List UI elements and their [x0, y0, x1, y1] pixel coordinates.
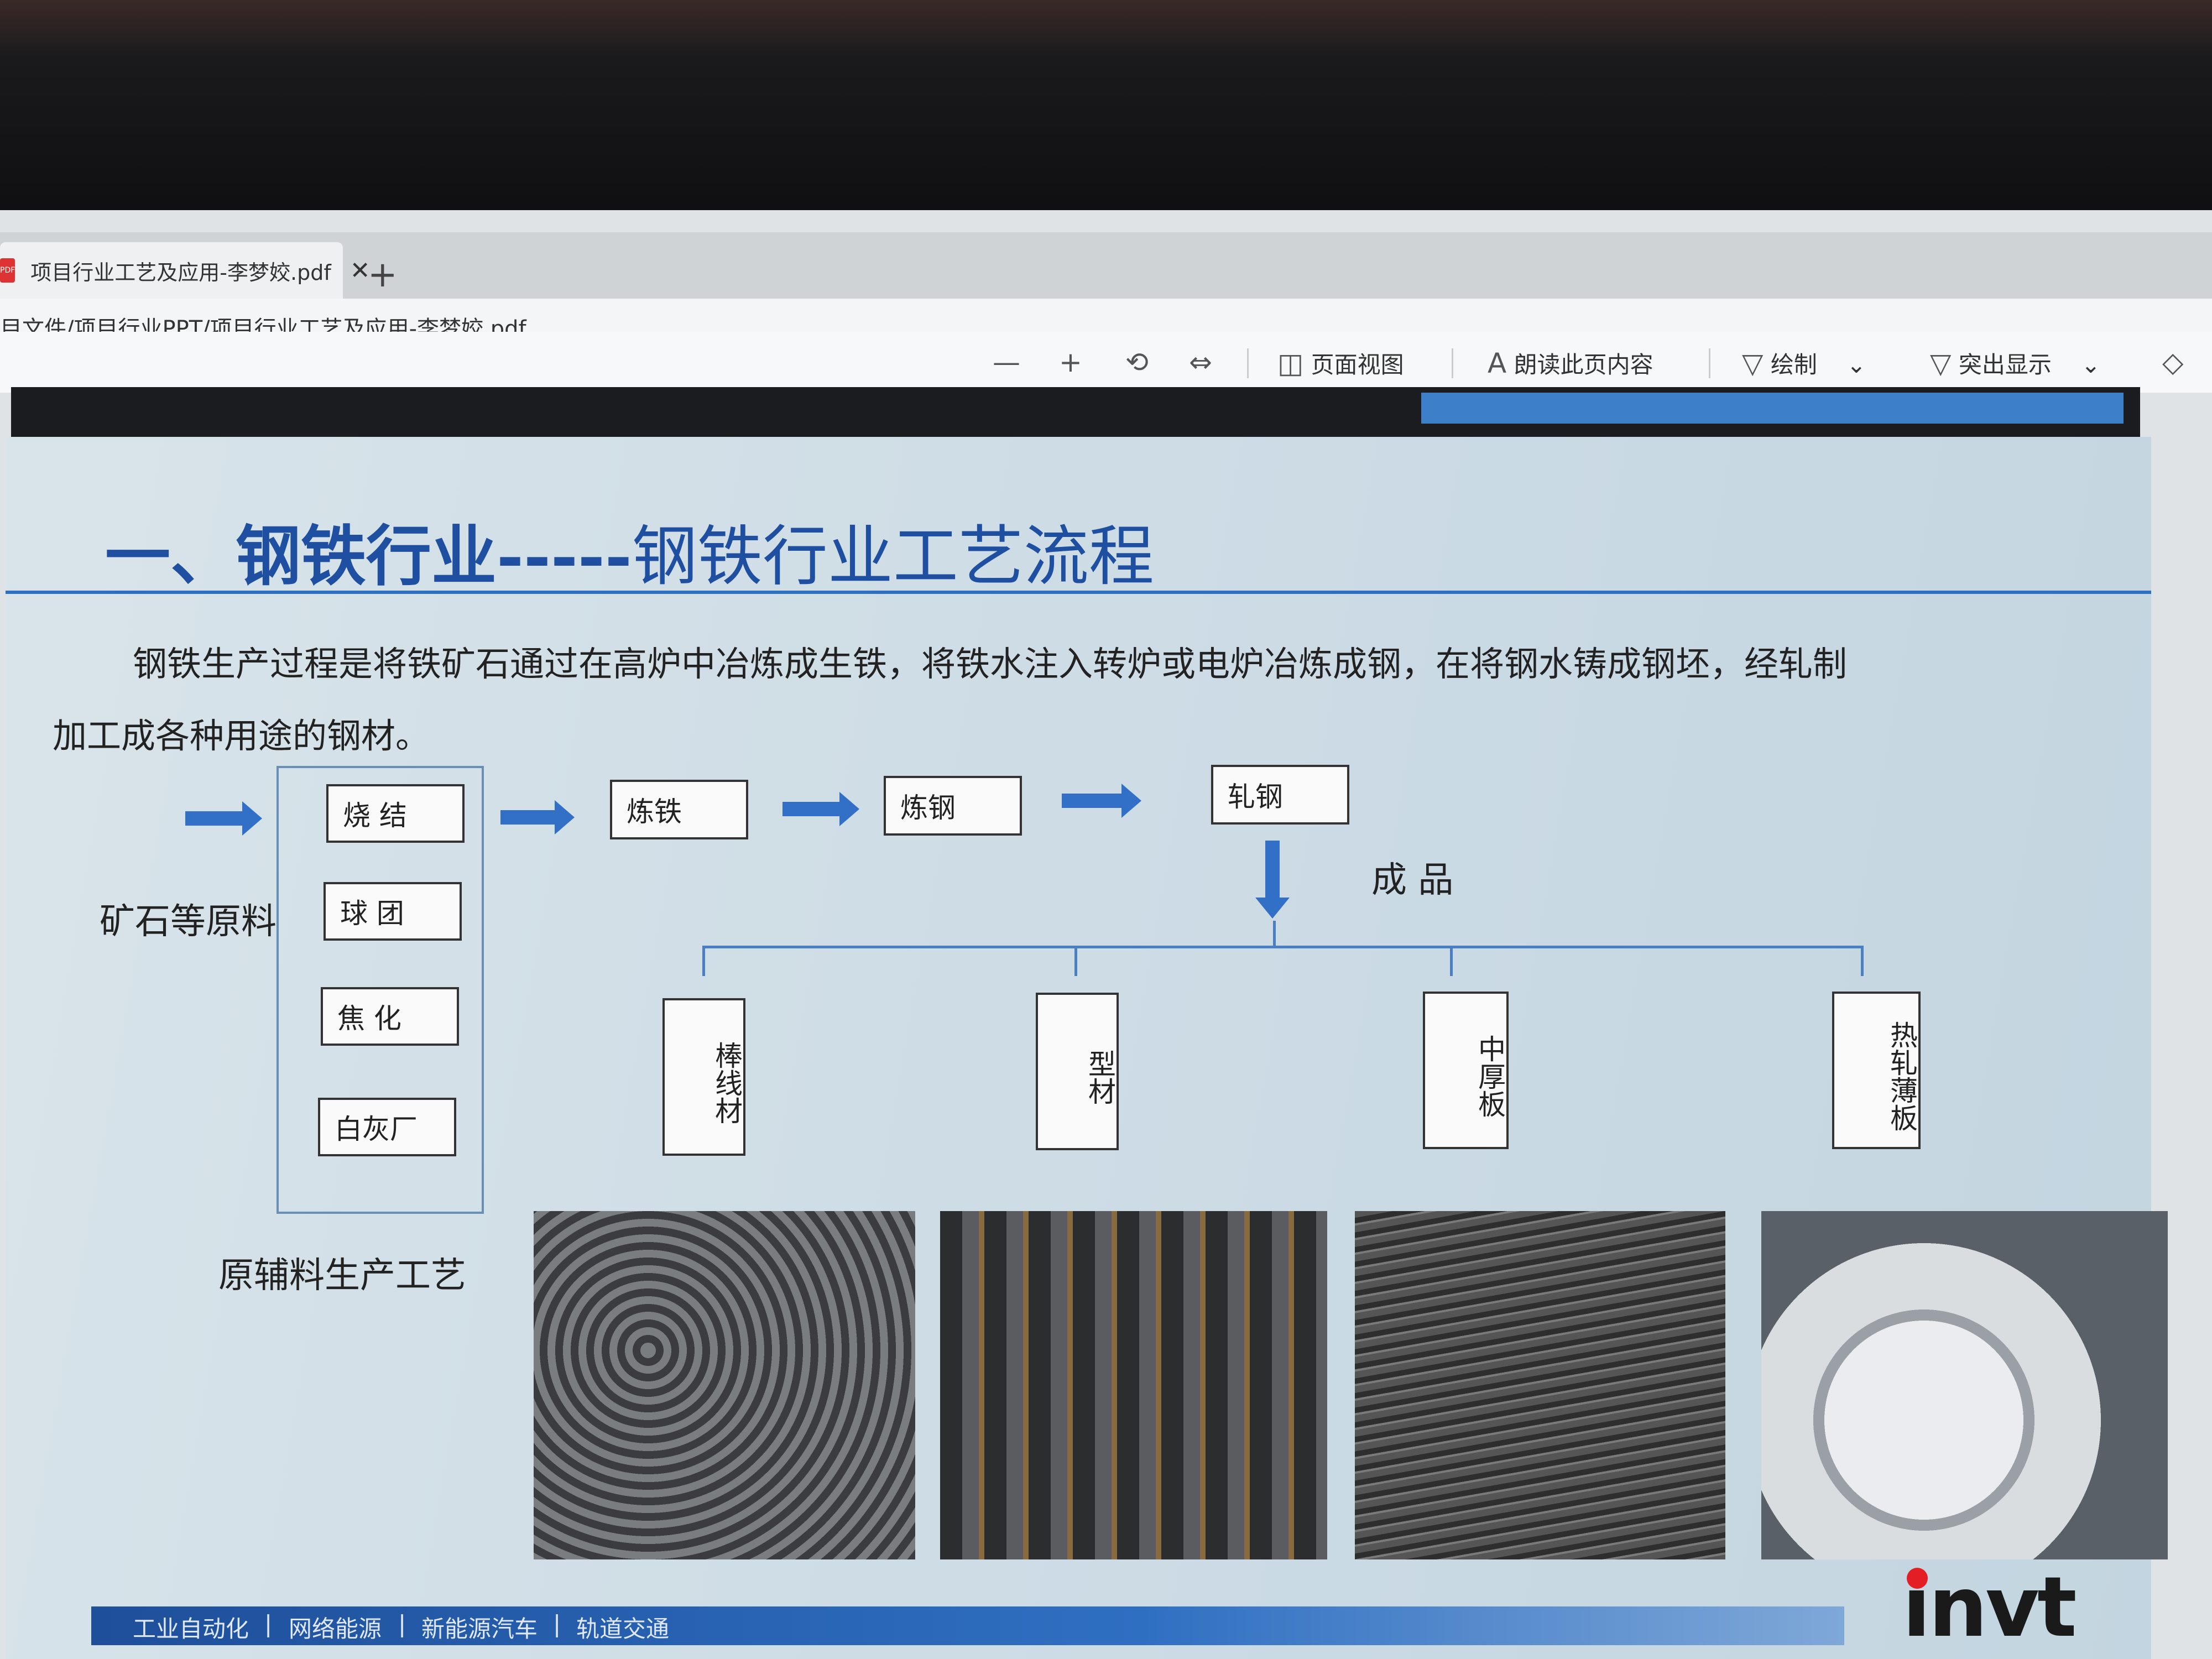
toolbar-divider	[1709, 348, 1710, 378]
rotate-button[interactable]: ⟲	[1125, 346, 1149, 378]
draw-button[interactable]: ▽ 绘制 ⌄	[1742, 346, 1866, 380]
footer-item: 工业自动化	[133, 1615, 249, 1642]
aux-item-coking: 焦 化	[321, 987, 459, 1046]
footer-item: 新能源汽车	[421, 1615, 538, 1642]
bracket-leg	[702, 946, 705, 976]
page-view-label: 页面视图	[1311, 351, 1404, 378]
bracket-bar	[702, 946, 1864, 948]
tab-title: 项目行业工艺及应用-李梦姣.pdf	[30, 260, 331, 285]
fit-width-button[interactable]: ⇔	[1189, 346, 1212, 378]
product-section: 型材	[1036, 993, 1119, 1150]
read-aloud-label: 朗读此页内容	[1514, 351, 1653, 378]
step-steelmaking: 炼钢	[884, 776, 1022, 836]
product-bar-wire: 棒线材	[662, 998, 745, 1156]
fit-width-icon: ⇔	[1189, 346, 1212, 378]
read-aloud-button[interactable]: A 朗读此页内容	[1488, 346, 1653, 380]
slide-title-rest: 钢铁行业工艺流程	[632, 518, 1154, 594]
footer-divider: |	[553, 1610, 561, 1637]
erase-button[interactable]: ◇	[2162, 346, 2183, 378]
flow-arrow	[1062, 784, 1141, 818]
page-view-button[interactable]: ◫ 页面视图	[1277, 346, 1404, 380]
minus-icon: —	[993, 346, 1020, 378]
previous-slide-accent	[1421, 393, 2124, 424]
draw-label: 绘制	[1770, 351, 1817, 378]
highlight-icon: ▽	[1930, 347, 1952, 379]
bracket-leg	[1074, 946, 1077, 976]
tab-strip: PDF 项目行业工艺及应用-李梦姣.pdf ✕ +	[0, 232, 2212, 299]
product-hot-rolled-sheet: 热轧薄板	[1832, 992, 1921, 1149]
title-underline	[6, 591, 2151, 594]
eraser-icon: ◇	[2162, 346, 2184, 378]
page-view-icon: ◫	[1277, 347, 1304, 379]
toolbar-divider	[1452, 348, 1453, 378]
rotate-icon: ⟲	[1125, 346, 1149, 378]
footer-item: 网络能源	[289, 1615, 382, 1642]
pdf-file-icon: PDF	[0, 258, 15, 283]
step-rolling: 轧钢	[1211, 765, 1349, 825]
raw-material-label: 矿石等原料	[100, 901, 276, 942]
aux-item-pellet: 球 团	[324, 882, 462, 941]
bracket-leg	[1861, 946, 1864, 976]
slide-title: 一、钢铁行业-----钢铁行业工艺流程	[105, 503, 1154, 598]
aux-item-lime: 白灰厂	[318, 1098, 456, 1156]
bracket-stem	[1273, 921, 1276, 947]
highlight-label: 突出显示	[1958, 351, 2052, 378]
wire-rod-photo	[534, 1211, 915, 1559]
intro-line-2: 加工成各种用途的钢材。	[53, 716, 430, 756]
plus-icon: +	[1059, 346, 1082, 378]
bracket-leg	[1450, 946, 1453, 976]
toolbar-divider	[1247, 348, 1249, 378]
flow-arrow-down	[1255, 841, 1290, 919]
invt-logo: invt	[1902, 1559, 2077, 1656]
footer-divider: |	[264, 1610, 273, 1637]
draw-icon: ▽	[1742, 347, 1764, 379]
step-ironmaking: 炼铁	[610, 780, 748, 839]
highlight-button[interactable]: ▽ 突出显示 ⌄	[1930, 346, 2100, 380]
steel-coil-photo	[1761, 1211, 2168, 1559]
read-aloud-icon: A	[1488, 347, 1507, 379]
browser-tab[interactable]: PDF 项目行业工艺及应用-李梦姣.pdf ✕	[0, 242, 371, 299]
aux-process-label: 原辅料生产工艺	[218, 1255, 466, 1296]
chevron-down-icon[interactable]: ⌄	[2081, 351, 2100, 378]
chevron-down-icon[interactable]: ⌄	[1846, 351, 1866, 378]
logo-dot	[1907, 1568, 1928, 1589]
product-label: 成 品	[1371, 860, 1454, 901]
pdf-toolbar: — + ⟲ ⇔ ◫ 页面视图 A 朗读此页内容 ▽ 绘制 ⌄ ▽ 突出显示 ⌄ …	[0, 332, 2212, 393]
slide-title-bold: 一、钢铁行业-----	[105, 518, 632, 594]
flow-arrow	[782, 792, 859, 826]
product-plate: 中厚板	[1423, 992, 1509, 1149]
footer-divider: |	[398, 1610, 406, 1637]
footer-item: 轨道交通	[576, 1615, 670, 1642]
flow-arrow	[500, 800, 575, 834]
section-steel-photo	[940, 1211, 1327, 1559]
monitor-bezel	[0, 0, 2212, 232]
new-tab-button[interactable]: +	[368, 254, 398, 295]
aux-item-sintering: 烧 结	[326, 784, 465, 843]
steel-plate-photo	[1355, 1211, 1725, 1559]
zoom-out-button[interactable]: —	[993, 346, 1020, 378]
flow-arrow	[185, 801, 262, 836]
intro-line-1: 钢铁生产过程是将铁矿石通过在高炉中冶炼成生铁，将铁水注入转炉或电炉冶炼成钢，在将…	[133, 644, 1848, 684]
zoom-in-button[interactable]: +	[1059, 346, 1082, 378]
